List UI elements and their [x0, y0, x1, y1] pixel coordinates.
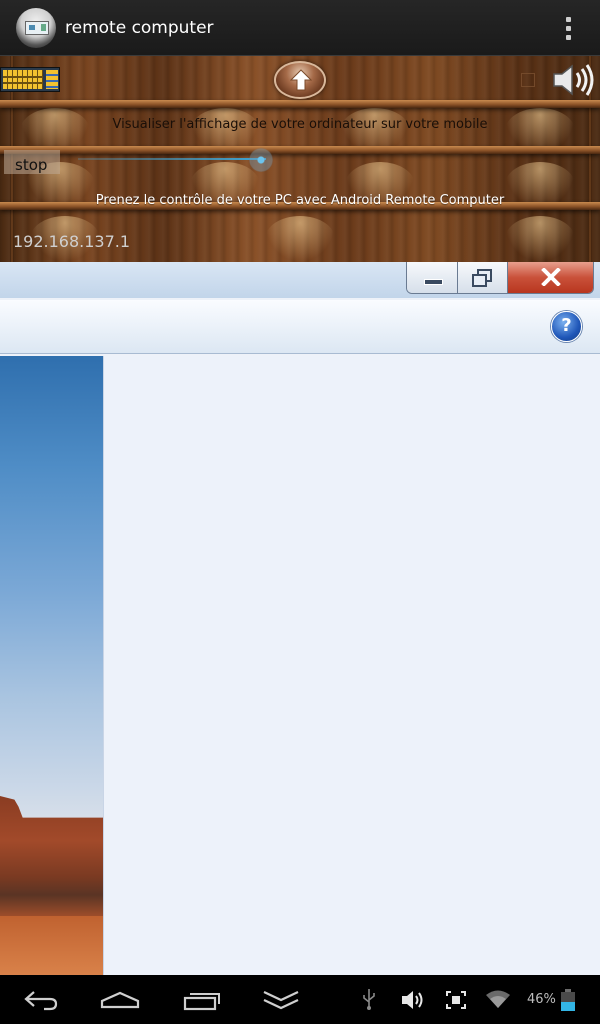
upload-arrow-icon[interactable]	[274, 61, 326, 99]
window-content-pane	[103, 356, 600, 975]
visualiser-caption: Visualiser l'affichage de votre ordinate…	[112, 117, 488, 132]
usb-icon	[363, 989, 375, 1010]
recent-apps-icon[interactable]	[182, 989, 222, 1011]
overflow-menu-icon[interactable]	[558, 14, 578, 42]
battery-icon	[561, 989, 575, 1011]
hide-keyboard-icon[interactable]	[262, 989, 300, 1011]
help-glyph: ?	[561, 315, 572, 336]
close-icon	[541, 268, 561, 286]
speaker-volume-icon[interactable]	[550, 62, 598, 98]
app-title: remote computer	[65, 18, 214, 38]
help-icon[interactable]: ?	[551, 311, 582, 342]
desktop-wallpaper-image	[0, 356, 103, 975]
minimize-button[interactable]	[407, 262, 458, 293]
home-icon[interactable]	[100, 989, 140, 1011]
close-button[interactable]	[508, 262, 593, 293]
keyboard-icon[interactable]	[0, 67, 60, 92]
minimize-icon	[424, 279, 443, 285]
navigation-bar: 46%	[0, 975, 600, 1024]
action-bar: remote computer	[0, 0, 600, 56]
volume-icon	[402, 991, 423, 1009]
quality-slider-track[interactable]	[78, 158, 266, 160]
stop-button[interactable]: stop	[4, 150, 60, 174]
quality-slider-thumb[interactable]	[249, 148, 273, 172]
window-toolbar	[0, 300, 600, 354]
battery-percentage: 46%	[527, 992, 556, 1007]
wifi-icon	[486, 990, 510, 1008]
restore-button[interactable]	[458, 262, 508, 293]
panel-checkbox[interactable]	[521, 73, 535, 87]
back-icon[interactable]	[22, 989, 60, 1011]
screenshot-icon	[446, 991, 466, 1009]
control-caption: Prenez le contrôle de votre PC avec Andr…	[95, 193, 505, 208]
remote-screen-view[interactable]: ?	[0, 262, 600, 975]
window-caption-buttons	[406, 262, 594, 294]
remote-computer-app-icon[interactable]	[16, 8, 56, 48]
ip-address: 192.168.137.1	[13, 232, 131, 251]
